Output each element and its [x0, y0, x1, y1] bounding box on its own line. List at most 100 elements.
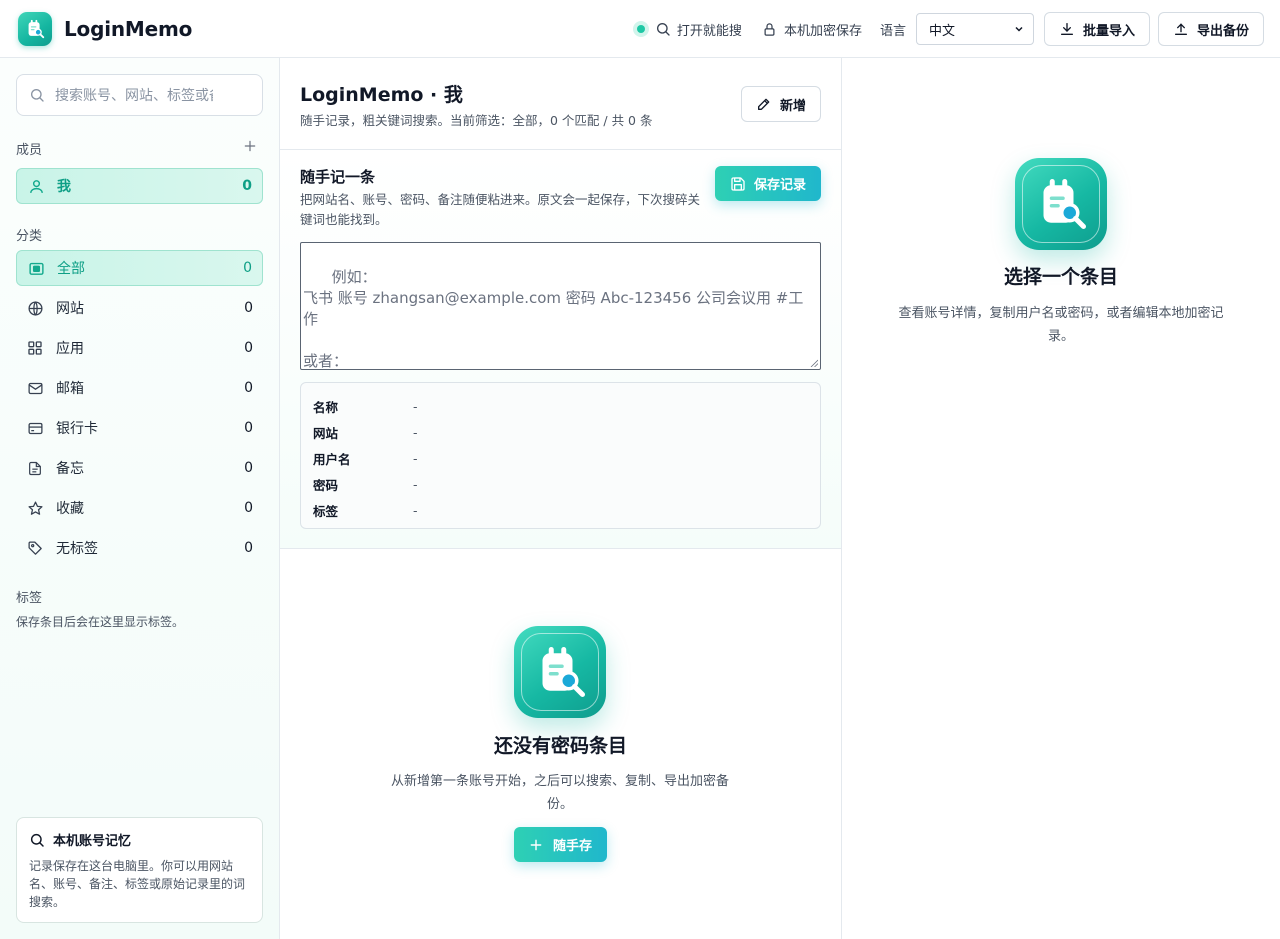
category-label: 无标签: [56, 541, 98, 557]
detail-empty-title: 选择一个条目: [1003, 266, 1118, 288]
tag-icon: [26, 539, 44, 557]
category-count: 0: [244, 500, 253, 516]
star-icon: [26, 499, 44, 517]
quick-search-label: 打开就能搜: [676, 23, 742, 39]
preview-value: -: [413, 424, 418, 440]
category-count: 0: [244, 420, 253, 436]
empty-state: 还没有密码条目 从新增第一条账号开始，之后可以搜索、复制、导出加密备份。 随手存: [280, 550, 841, 939]
preview-key: 网站: [313, 425, 339, 441]
status-dot-icon: [632, 21, 649, 37]
preview-value: -: [413, 476, 418, 492]
quick-save-label: 随手存: [552, 839, 592, 854]
category-count: 0: [244, 380, 253, 396]
preview-row: 用户名 -: [313, 445, 808, 471]
category-item-untagged[interactable]: 无标签 0: [16, 530, 263, 566]
save-record-label: 保存记录: [753, 178, 806, 193]
search-icon: [31, 89, 44, 102]
resize-grip-icon[interactable]: [810, 359, 818, 367]
quick-entry-desc: 把网站名、账号、密码、备注随便粘进来。原文会一起保存，下次搜碎关键词也能找到。: [300, 192, 701, 227]
search-input[interactable]: 搜索账号、网站、标签或备注: [16, 74, 263, 116]
app-logo-large-icon: [1015, 158, 1107, 250]
brand[interactable]: LoginMemo: [18, 12, 192, 46]
all-icon: [27, 259, 45, 277]
preview-key: 密码: [313, 477, 339, 493]
empty-title: 还没有密码条目: [493, 735, 627, 757]
category-count: 0: [244, 340, 253, 356]
language-label: 语言: [879, 23, 906, 39]
category-item-bankcard[interactable]: 银行卡 0: [16, 410, 263, 446]
quick-search-toggle[interactable]: 打开就能搜: [632, 20, 742, 39]
categories-label: 分类: [16, 229, 43, 244]
category-count: 0: [244, 460, 253, 476]
category-item-email[interactable]: 邮箱 0: [16, 370, 263, 406]
category-label: 应用: [56, 341, 84, 357]
category-item-app[interactable]: 应用 0: [16, 330, 263, 366]
app-logo-large-icon: [514, 626, 606, 718]
filter-summary: 随手记录，粗关键词搜索。当前筛选：全部，0 个匹配 / 共 0 条: [300, 113, 653, 128]
category-label: 网站: [56, 301, 84, 317]
category-item-website[interactable]: 网站 0: [16, 290, 263, 326]
entry-list-panel: LoginMemo · 我 随手记录，粗关键词搜索。当前筛选：全部，0 个匹配 …: [280, 58, 842, 939]
preview-key: 用户名: [313, 451, 351, 467]
category-count: 0: [243, 260, 252, 276]
local-encrypt-indicator: 本机加密保存: [762, 20, 862, 39]
lock-icon: [764, 22, 775, 36]
quick-entry-placeholder: 例如： 飞书 账号 zhangsan@example.com 密码 Abc-12…: [303, 268, 804, 370]
category-label: 收藏: [56, 501, 84, 517]
quick-entry-section: 随手记一条 把网站名、账号、密码、备注随便粘进来。原文会一起保存，下次搜碎关键词…: [280, 150, 841, 549]
tags-label: 标签: [16, 591, 43, 606]
local-encrypt-label: 本机加密保存: [783, 23, 862, 39]
quick-save-button[interactable]: 随手存: [514, 827, 607, 862]
category-item-all[interactable]: 全部 0: [16, 250, 263, 286]
local-card-desc: 记录保存在这台电脑里。你可以用网站名、账号、备注、标签或原始记录里的词搜索。: [29, 859, 246, 909]
export-label: 导出备份: [1196, 23, 1249, 39]
search-icon: [656, 23, 670, 36]
preview-key: 标签: [313, 503, 339, 519]
category-count: 0: [244, 540, 253, 556]
detail-empty-desc: 查看账号详情，复制用户名或密码，或者编辑本地加密记录。: [898, 306, 1224, 344]
preview-row: 名称 -: [313, 393, 808, 419]
member-label: 我: [57, 179, 71, 195]
search-placeholder: 搜索账号、网站、标签或备注: [55, 88, 213, 104]
quick-entry-title: 随手记一条: [300, 168, 376, 186]
empty-desc: 从新增第一条账号开始，之后可以搜索、复制、导出加密备份。: [390, 774, 729, 812]
tags-hint: 保存条目后会在这里显示标签。: [16, 615, 185, 629]
preview-key: 名称: [313, 399, 339, 415]
category-count: 0: [244, 300, 253, 316]
category-item-memo[interactable]: 备忘 0: [16, 450, 263, 486]
local-memory-card: 本机账号记忆 记录保存在这台电脑里。你可以用网站名、账号、备注、标签或原始记录里…: [16, 817, 263, 923]
export-button[interactable]: 导出备份: [1157, 12, 1264, 46]
member-item-me[interactable]: 我 0: [16, 168, 263, 204]
preview-row: 网站 -: [313, 419, 808, 445]
preview-row: 标签 -: [313, 497, 808, 523]
language-select[interactable]: 中文: [915, 13, 1034, 45]
mail-icon: [26, 379, 44, 397]
new-entry-button[interactable]: 新增: [741, 86, 821, 122]
chevron-down-icon: [1015, 26, 1023, 32]
save-record-button[interactable]: 保存记录: [715, 166, 821, 201]
preview-value: -: [413, 398, 418, 414]
search-icon: [30, 833, 44, 847]
import-label: 批量导入: [1082, 23, 1135, 39]
preview-value: -: [413, 502, 418, 518]
import-button[interactable]: 批量导入: [1043, 12, 1150, 46]
quick-entry-textarea[interactable]: 例如： 飞书 账号 zhangsan@example.com 密码 Abc-12…: [300, 242, 821, 370]
app-name: LoginMemo: [64, 17, 193, 41]
globe-icon: [26, 299, 44, 317]
member-count: 0: [242, 178, 252, 194]
new-entry-label: 新增: [779, 98, 806, 114]
card-icon: [26, 419, 44, 437]
list-header: LoginMemo · 我 随手记录，粗关键词搜索。当前筛选：全部，0 个匹配 …: [280, 58, 841, 150]
edit-icon: [757, 98, 770, 110]
category-item-favorites[interactable]: 收藏 0: [16, 490, 263, 526]
add-member-icon[interactable]: [242, 138, 258, 154]
page-title: LoginMemo · 我: [300, 84, 463, 106]
members-label: 成员: [16, 143, 43, 158]
language-value: 中文: [928, 23, 955, 39]
sidebar: 搜索账号、网站、标签或备注 成员 我 0 分类 全部 0 网站 0 应用 0: [0, 58, 280, 939]
parsed-preview: 名称 - 网站 - 用户名 - 密码 - 标签 -: [300, 382, 821, 529]
category-label: 银行卡: [56, 421, 98, 437]
local-card-title: 本机账号记忆: [53, 834, 132, 849]
grid-icon: [26, 339, 44, 357]
user-icon: [27, 177, 45, 195]
